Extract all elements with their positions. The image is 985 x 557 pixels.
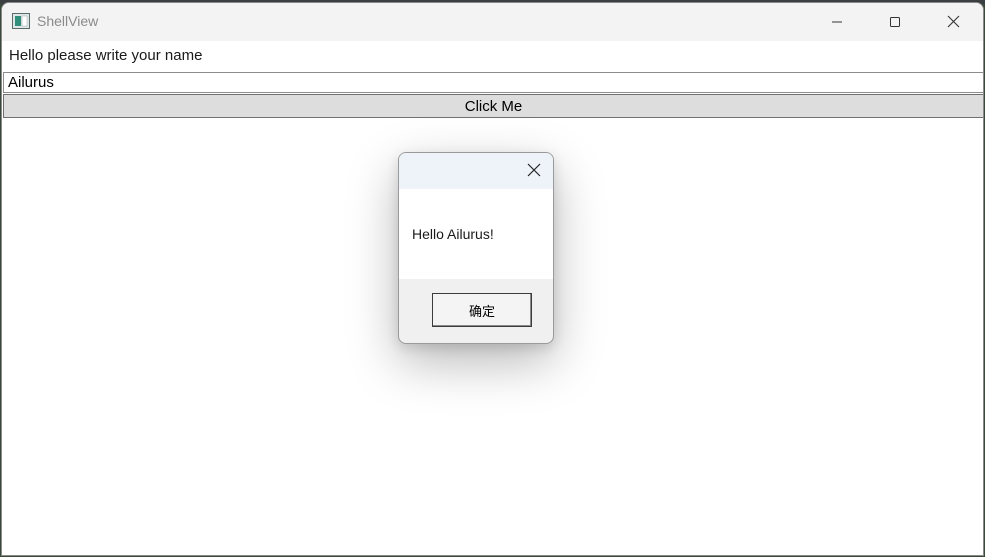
click-me-label: Click Me bbox=[464, 97, 523, 115]
minimize-icon bbox=[831, 13, 843, 32]
app-window-icon bbox=[12, 13, 30, 29]
close-icon bbox=[527, 162, 541, 181]
close-icon bbox=[947, 13, 960, 32]
click-me-button[interactable]: Click Me bbox=[3, 94, 983, 118]
maximize-button[interactable] bbox=[866, 3, 924, 41]
dialog-ok-button[interactable]: 确定 bbox=[432, 293, 532, 327]
maximize-icon bbox=[889, 13, 901, 32]
dialog-ok-label: 确定 bbox=[468, 304, 495, 320]
close-button[interactable] bbox=[924, 3, 982, 41]
title-bar[interactable]: ShellView bbox=[2, 3, 983, 41]
name-prompt-label: Hello please write your name bbox=[9, 47, 203, 64]
message-dialog: Hello Ailurus! 确定 bbox=[398, 152, 554, 344]
name-input[interactable] bbox=[3, 72, 983, 93]
dialog-body: Hello Ailurus! bbox=[399, 189, 553, 279]
dialog-close-button[interactable] bbox=[519, 157, 549, 185]
shell-window: ShellView Hello please write your name C… bbox=[1, 2, 984, 556]
window-title: ShellView bbox=[37, 13, 99, 29]
minimize-button[interactable] bbox=[808, 3, 866, 41]
dialog-message: Hello Ailurus! bbox=[412, 226, 494, 242]
